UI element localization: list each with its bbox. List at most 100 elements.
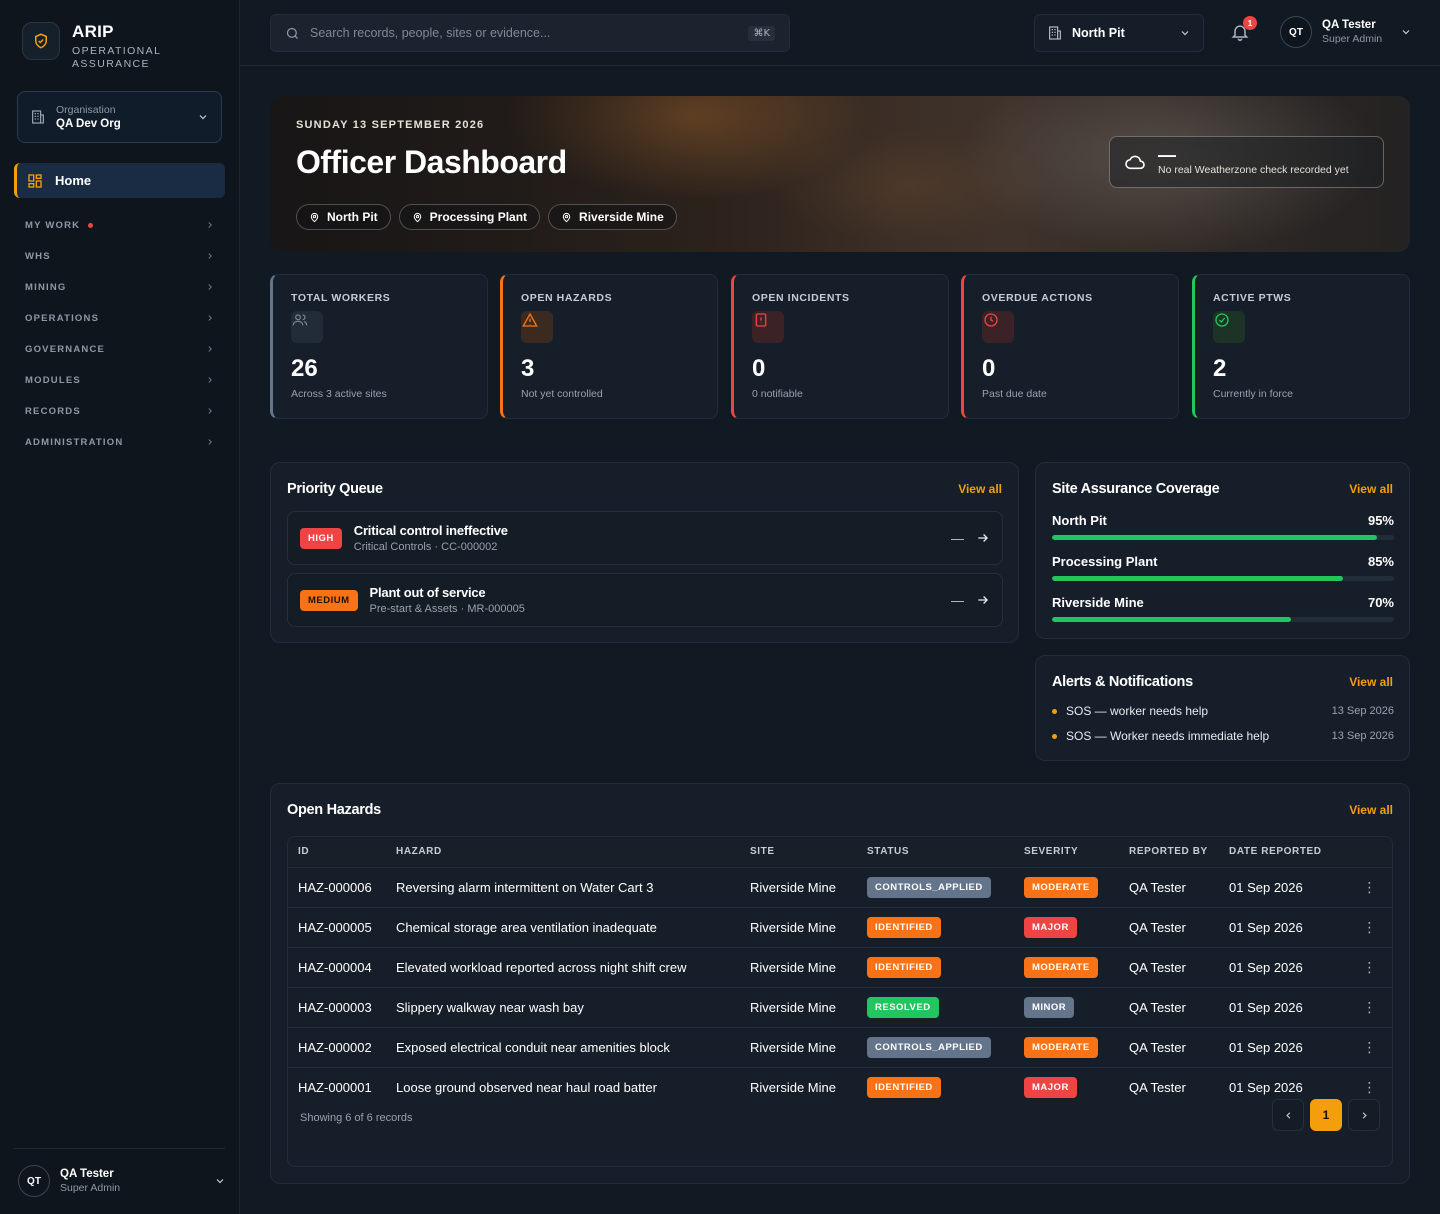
alerts-panel: Alerts & Notifications View all SOS — wo… [1035,655,1410,761]
search-box[interactable]: ⌘K [270,14,790,52]
nav-section-modules[interactable]: MODULES [25,370,215,390]
hazard-reported-by: QA Tester [1129,1026,1229,1067]
hazard-date: 01 Sep 2026 [1229,1026,1347,1067]
column-header-reported-by[interactable]: REPORTED BY [1129,837,1229,867]
stat-card-total-workers[interactable]: TOTAL WORKERS 26 Across 3 active sites [270,274,488,419]
priority-queue-item[interactable]: MEDIUM Plant out of service Pre-start & … [287,573,1003,627]
table-row[interactable]: HAZ-000003 Slippery walkway near wash ba… [288,986,1392,1027]
priority-item-title: Critical control ineffective [353,523,508,538]
site-chip-processing-plant[interactable]: Processing Plant [398,204,541,230]
nav-section-my-work[interactable]: MY WORK [25,215,215,235]
hero-date: SUNDAY 13 SEPTEMBER 2026 [296,119,485,131]
more-vertical-icon[interactable]: ⋮ [1347,986,1392,1027]
column-header-severity[interactable]: SEVERITY [1024,837,1129,867]
priority-queue-panel: Priority Queue View all HIGH Critical co… [270,462,1019,643]
hazard-reported-by: QA Tester [1129,866,1229,907]
users-icon [291,311,323,343]
hazard-site: Riverside Mine [750,1026,867,1067]
site-chip-riverside-mine[interactable]: Riverside Mine [548,204,677,230]
alert-text: SOS — Worker needs immediate help [1066,729,1270,743]
coverage-percent: 70% [1367,595,1394,610]
cloud-icon [1125,155,1145,170]
stat-subtext: Not yet controlled [521,388,603,400]
chevron-down-icon [216,1179,224,1184]
table-row[interactable]: HAZ-000001 Loose ground observed near ha… [288,1066,1392,1107]
nav-section-whs[interactable]: WHS [25,246,215,266]
dashboard-grid-icon [28,173,42,188]
hazard-site: Riverside Mine [750,986,867,1027]
arrow-right-icon[interactable] [976,593,990,607]
nav-section-administration[interactable]: ADMINISTRATION [25,432,215,452]
column-header-status[interactable]: STATUS [867,837,1024,867]
alert-date: 13 Sep 2026 [1331,730,1394,742]
priority-queue-item[interactable]: HIGH Critical control ineffective Critic… [287,511,1003,565]
site-selector-value: North Pit [1072,26,1125,40]
table-row[interactable]: HAZ-000006 Reversing alarm intermittent … [288,866,1392,907]
coverage-site-name: Riverside Mine [1052,595,1144,610]
stat-card-active-ptws[interactable]: ACTIVE PTWS 2 Currently in force [1192,274,1410,419]
hazard-reported-by: QA Tester [1129,946,1229,987]
column-header-site[interactable]: SITE [750,837,867,867]
brand[interactable]: ARIP OPERATIONAL ASSURANCE [22,22,161,71]
coverage-view-all-link[interactable]: View all [1349,482,1393,496]
column-header-hazard[interactable]: HAZARD [396,837,750,867]
previous-page-button[interactable] [1272,1099,1304,1131]
sidebar-user-menu[interactable]: QT QA Tester Super Admin [18,1164,226,1198]
organisation-selector[interactable]: Organisation QA Dev Org [17,91,222,143]
site-selector[interactable]: North Pit [1034,14,1204,52]
site-chip-north-pit[interactable]: North Pit [296,204,391,230]
table-row[interactable]: HAZ-000004 Elevated workload reported ac… [288,946,1392,987]
top-bar: ⌘K North Pit 1 QT QA Tester Super Admin [240,0,1440,66]
more-vertical-icon[interactable]: ⋮ [1347,946,1392,987]
alert-text: SOS — worker needs help [1066,704,1209,718]
top-user-menu[interactable]: QT QA Tester Super Admin [1280,16,1412,48]
stat-value: 26 [291,355,318,382]
stat-card-open-incidents[interactable]: OPEN INCIDENTS 0 0 notifiable [731,274,949,419]
panel-title: Alerts & Notifications [1052,674,1193,690]
nav-section-governance[interactable]: GOVERNANCE [25,339,215,359]
alert-item[interactable]: SOS — Worker needs immediate help 13 Sep… [1052,729,1394,743]
stat-value: 2 [1213,355,1227,382]
nav-home-label: Home [55,173,92,188]
nav-section-operations[interactable]: OPERATIONS [25,308,215,328]
alert-date: 13 Sep 2026 [1331,705,1394,717]
chevron-down-icon [1402,30,1410,35]
table-record-count: Showing 6 of 6 records [300,1112,413,1124]
arrow-right-icon[interactable] [976,531,990,545]
brand-name: ARIP [72,22,114,41]
coverage-site-name: Processing Plant [1052,554,1158,569]
priority-queue-view-all-link[interactable]: View all [958,482,1002,496]
hazard-id: HAZ-000001 [288,1066,396,1107]
more-vertical-icon[interactable]: ⋮ [1347,906,1392,947]
next-page-button[interactable] [1348,1099,1380,1131]
hazard-description: Chemical storage area ventilation inadeq… [396,906,750,947]
table-row[interactable]: HAZ-000005 Chemical storage area ventila… [288,906,1392,947]
table-row[interactable]: HAZ-000002 Exposed electrical conduit ne… [288,1026,1392,1067]
more-vertical-icon[interactable]: ⋮ [1347,866,1392,907]
hazard-date: 01 Sep 2026 [1229,906,1347,947]
stat-card-overdue-actions[interactable]: OVERDUE ACTIONS 0 Past due date [961,274,1179,419]
column-header-actions [1347,837,1392,867]
hazard-description: Elevated workload reported across night … [396,946,750,987]
stat-label: ACTIVE PTWS [1213,292,1292,304]
column-header-date-reported[interactable]: DATE REPORTED [1229,837,1347,867]
nav-home[interactable]: Home [14,163,225,198]
alert-item[interactable]: SOS — worker needs help 13 Sep 2026 [1052,704,1394,718]
nav-section-records[interactable]: RECORDS [25,401,215,421]
severity-badge: MAJOR [1024,1076,1077,1098]
hazard-id: HAZ-000006 [288,866,396,907]
stat-label: OPEN HAZARDS [521,292,613,304]
stat-card-open-hazards[interactable]: OPEN HAZARDS 3 Not yet controlled [500,274,718,419]
notifications-button[interactable]: 1 [1230,16,1257,44]
severity-badge: MODERATE [1024,1036,1098,1058]
weather-widget[interactable]: — No real Weatherzone check recorded yet [1109,136,1384,188]
alerts-view-all-link[interactable]: View all [1349,675,1393,689]
column-header-id[interactable]: ID [288,837,396,867]
hazard-date: 01 Sep 2026 [1229,946,1347,987]
building-icon [32,110,44,124]
hazards-view-all-link[interactable]: View all [1349,803,1393,817]
search-input[interactable] [310,26,739,40]
nav-section-mining[interactable]: MINING [25,277,215,297]
more-vertical-icon[interactable]: ⋮ [1347,1026,1392,1067]
page-button-current[interactable]: 1 [1310,1099,1342,1131]
